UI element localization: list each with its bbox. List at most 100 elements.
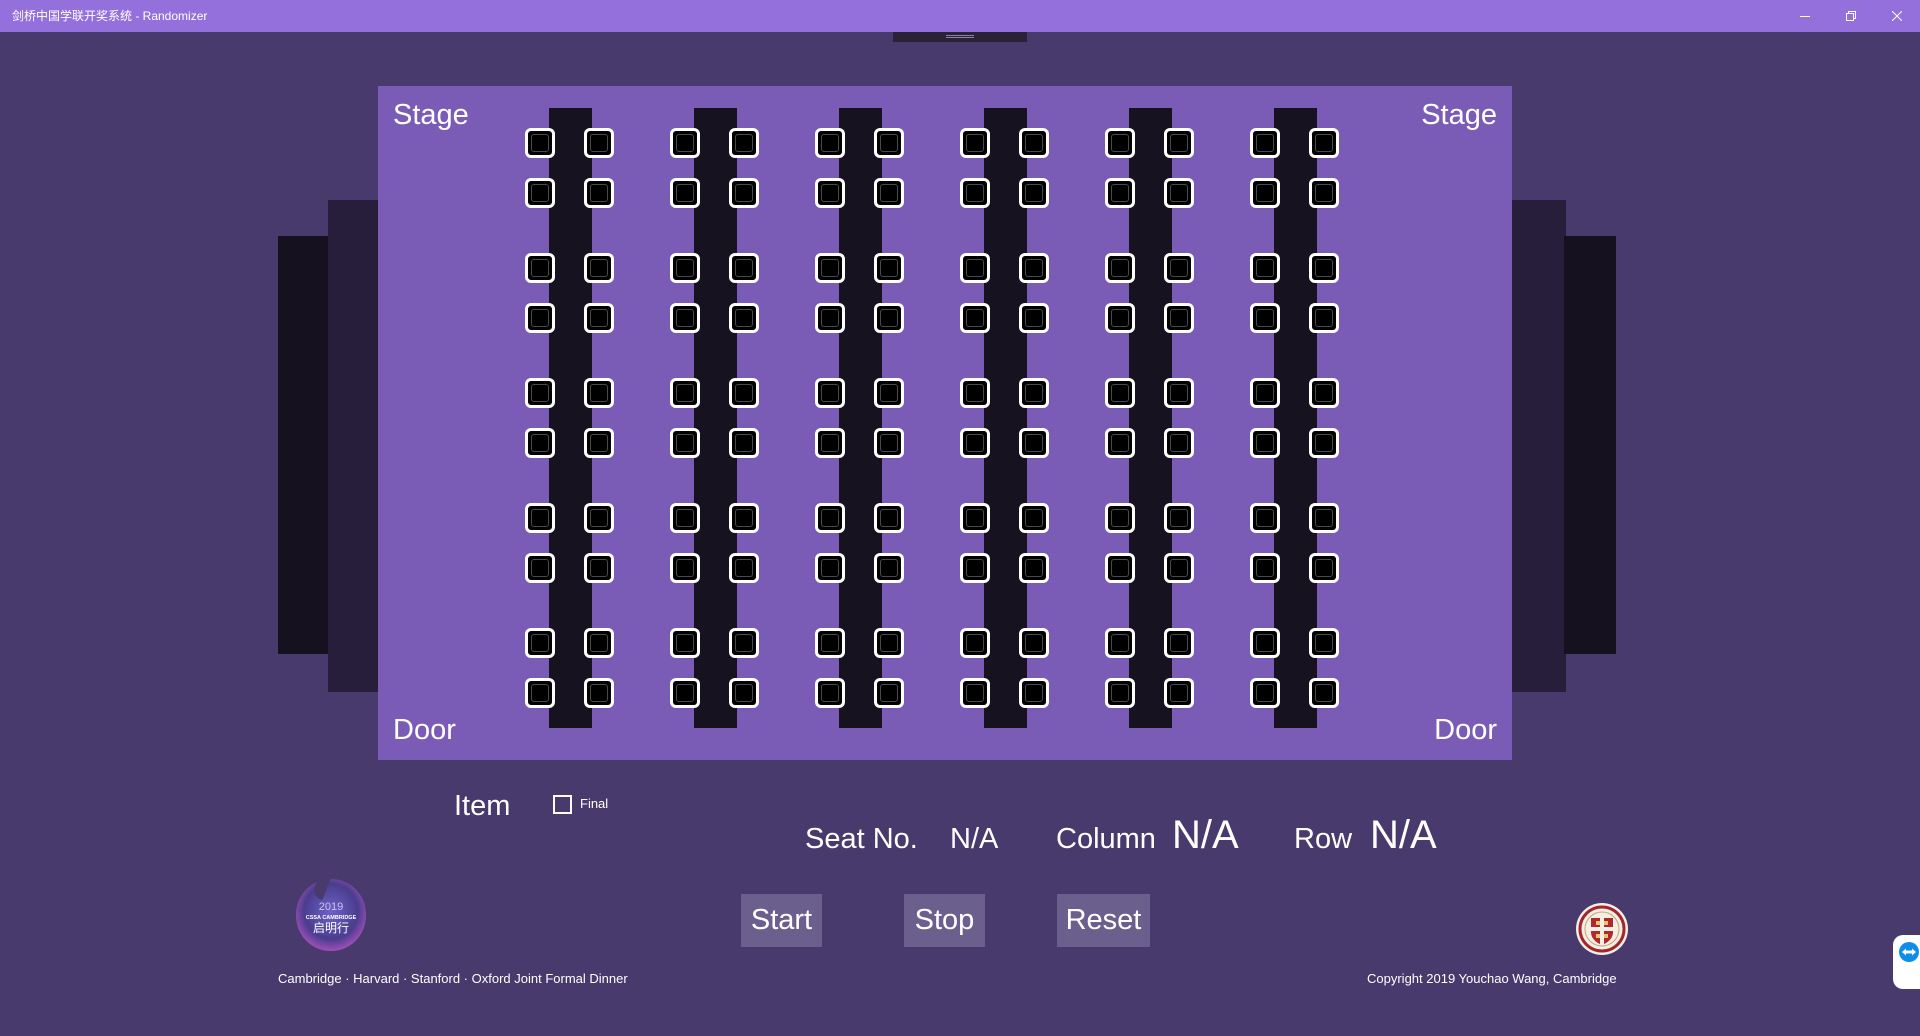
seat[interactable] xyxy=(1309,678,1339,708)
seat[interactable] xyxy=(525,628,555,658)
seat[interactable] xyxy=(1019,553,1049,583)
seat[interactable] xyxy=(584,553,614,583)
seat[interactable] xyxy=(525,303,555,333)
seat[interactable] xyxy=(670,503,700,533)
seat[interactable] xyxy=(874,503,904,533)
seat[interactable] xyxy=(874,178,904,208)
seat[interactable] xyxy=(815,553,845,583)
seat[interactable] xyxy=(874,378,904,408)
seat[interactable] xyxy=(1164,553,1194,583)
seat[interactable] xyxy=(525,178,555,208)
seat[interactable] xyxy=(670,253,700,283)
seat[interactable] xyxy=(584,253,614,283)
seat[interactable] xyxy=(525,678,555,708)
seat[interactable] xyxy=(584,178,614,208)
seat[interactable] xyxy=(1250,678,1280,708)
seat[interactable] xyxy=(960,128,990,158)
seat[interactable] xyxy=(1250,628,1280,658)
seat[interactable] xyxy=(1309,503,1339,533)
seat[interactable] xyxy=(1019,503,1049,533)
seat[interactable] xyxy=(815,253,845,283)
seat[interactable] xyxy=(670,678,700,708)
seat[interactable] xyxy=(1105,253,1135,283)
seat[interactable] xyxy=(815,128,845,158)
seat[interactable] xyxy=(584,503,614,533)
seat[interactable] xyxy=(584,378,614,408)
start-button[interactable]: Start xyxy=(741,894,822,947)
seat[interactable] xyxy=(815,678,845,708)
seat[interactable] xyxy=(1105,553,1135,583)
seat[interactable] xyxy=(1019,253,1049,283)
seat[interactable] xyxy=(1309,303,1339,333)
seat[interactable] xyxy=(1019,678,1049,708)
reset-button[interactable]: Reset xyxy=(1057,894,1150,947)
seat[interactable] xyxy=(729,378,759,408)
seat[interactable] xyxy=(1309,428,1339,458)
seat[interactable] xyxy=(1105,303,1135,333)
seat[interactable] xyxy=(960,303,990,333)
close-button[interactable] xyxy=(1874,0,1920,32)
seat[interactable] xyxy=(1019,128,1049,158)
seat[interactable] xyxy=(1019,378,1049,408)
seat[interactable] xyxy=(1250,428,1280,458)
seat[interactable] xyxy=(1164,503,1194,533)
seat[interactable] xyxy=(960,628,990,658)
seat[interactable] xyxy=(670,303,700,333)
seat[interactable] xyxy=(874,428,904,458)
seat[interactable] xyxy=(874,553,904,583)
seat[interactable] xyxy=(670,628,700,658)
minimize-button[interactable] xyxy=(1782,0,1828,32)
seat[interactable] xyxy=(960,428,990,458)
seat[interactable] xyxy=(1164,253,1194,283)
seat[interactable] xyxy=(670,553,700,583)
seat[interactable] xyxy=(584,128,614,158)
seat[interactable] xyxy=(670,178,700,208)
seat[interactable] xyxy=(960,503,990,533)
seat[interactable] xyxy=(1309,553,1339,583)
seat[interactable] xyxy=(729,178,759,208)
restore-button[interactable] xyxy=(1828,0,1874,32)
seat[interactable] xyxy=(1164,678,1194,708)
seat[interactable] xyxy=(874,128,904,158)
seat[interactable] xyxy=(584,303,614,333)
seat[interactable] xyxy=(584,678,614,708)
seat[interactable] xyxy=(525,128,555,158)
final-checkbox[interactable] xyxy=(553,795,572,814)
seat[interactable] xyxy=(815,178,845,208)
seat[interactable] xyxy=(1105,428,1135,458)
seat[interactable] xyxy=(1105,503,1135,533)
seat[interactable] xyxy=(670,428,700,458)
seat[interactable] xyxy=(525,253,555,283)
seat[interactable] xyxy=(815,303,845,333)
seat[interactable] xyxy=(815,628,845,658)
seat[interactable] xyxy=(815,378,845,408)
seat[interactable] xyxy=(874,628,904,658)
seat[interactable] xyxy=(729,553,759,583)
seat[interactable] xyxy=(1250,553,1280,583)
seat[interactable] xyxy=(729,503,759,533)
seat[interactable] xyxy=(1164,178,1194,208)
seat[interactable] xyxy=(1250,128,1280,158)
seat[interactable] xyxy=(1309,128,1339,158)
seat[interactable] xyxy=(1250,503,1280,533)
seat[interactable] xyxy=(1250,178,1280,208)
seat[interactable] xyxy=(1250,253,1280,283)
seat[interactable] xyxy=(1250,378,1280,408)
seat[interactable] xyxy=(1019,303,1049,333)
seat[interactable] xyxy=(1019,628,1049,658)
seat[interactable] xyxy=(1105,628,1135,658)
seat[interactable] xyxy=(729,628,759,658)
seat[interactable] xyxy=(729,253,759,283)
seat[interactable] xyxy=(1164,378,1194,408)
seat[interactable] xyxy=(1105,128,1135,158)
seat[interactable] xyxy=(1309,628,1339,658)
seat[interactable] xyxy=(1164,303,1194,333)
seat[interactable] xyxy=(729,428,759,458)
seat[interactable] xyxy=(1105,178,1135,208)
seat[interactable] xyxy=(960,678,990,708)
seat[interactable] xyxy=(1309,178,1339,208)
seat[interactable] xyxy=(960,378,990,408)
seat[interactable] xyxy=(960,553,990,583)
seat[interactable] xyxy=(1309,378,1339,408)
seat[interactable] xyxy=(960,253,990,283)
